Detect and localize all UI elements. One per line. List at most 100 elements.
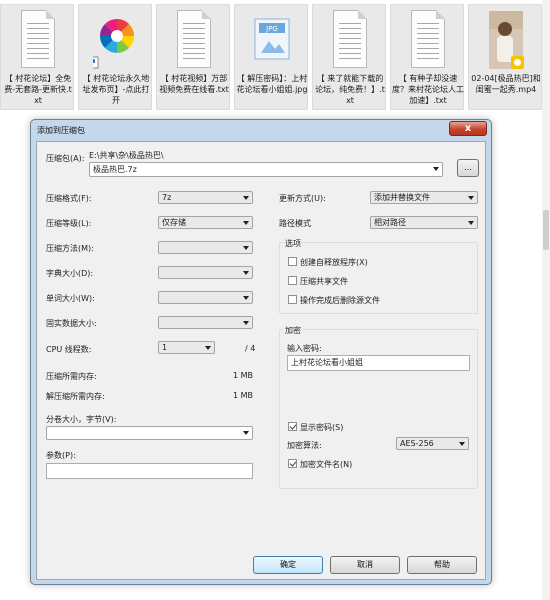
decompress-memory-label: 解压缩所需内存: <box>46 392 105 401</box>
file-item[interactable]: 【 来了就能下载的论坛，纯免费！】.txt <box>312 4 386 110</box>
scrollbar-thumb[interactable] <box>543 210 549 250</box>
text-line <box>339 28 361 29</box>
sfx-checkbox[interactable] <box>288 257 297 266</box>
text-file-icon <box>171 9 217 69</box>
threads-label: CPU 线程数: <box>46 345 92 354</box>
encryption-method-select[interactable]: AES-256 <box>396 437 469 450</box>
text-line <box>417 53 439 54</box>
word-size-label: 单词大小(W): <box>46 294 95 303</box>
shared-files-checkbox-label[interactable]: 压缩共享文件 <box>300 276 348 287</box>
show-password-label[interactable]: 显示密码(S) <box>300 422 343 433</box>
update-mode-label: 更新方式(U): <box>279 194 326 203</box>
decompress-memory-value: 1 MB <box>233 391 254 400</box>
archive-name-value: 极品热巴.7z <box>93 165 137 174</box>
password-input[interactable]: 上村花论坛看小姐姐 <box>287 355 470 371</box>
file-item[interactable]: 02-04[极品热巴]和闺蜜一起秀.mp4 <box>468 4 542 110</box>
encryption-group-title: 加密 <box>283 325 303 336</box>
chevron-down-icon <box>205 346 211 350</box>
chevron-down-icon <box>468 221 474 225</box>
file-item[interactable]: JPG 【 解压密码】：上村花论坛看小姐姐.jpg <box>234 4 308 110</box>
text-line <box>27 53 49 54</box>
solid-block-select[interactable] <box>158 316 253 329</box>
help-button[interactable]: 帮助 <box>407 556 477 574</box>
text-line <box>27 33 49 34</box>
file-name: 【 有种子却没速度？来村花论坛人工加速】.txt <box>392 74 464 105</box>
text-line <box>339 48 361 49</box>
split-size-combo[interactable] <box>46 426 253 440</box>
threads-total: / 4 <box>245 344 256 353</box>
svg-text:JPG: JPG <box>265 25 278 33</box>
shared-files-checkbox[interactable] <box>288 276 297 285</box>
text-line <box>339 53 361 54</box>
dialog-title: 添加到压缩包 <box>37 126 85 135</box>
text-line <box>183 48 205 49</box>
text-line <box>183 33 205 34</box>
text-line <box>27 58 49 59</box>
browse-button[interactable]: ... <box>457 159 479 177</box>
archive-name-combo[interactable]: 极品热巴.7z <box>89 162 443 177</box>
text-line <box>183 28 205 29</box>
text-line <box>183 43 205 44</box>
chevron-down-icon <box>243 271 249 275</box>
chevron-down-icon <box>459 442 465 446</box>
file-name: 【 村花论坛永久地址发布页】-点此打开 <box>82 74 150 105</box>
options-group-title: 选项 <box>283 238 303 249</box>
dialog-titlebar[interactable]: 添加到压缩包 x <box>31 120 491 140</box>
file-name: 【 来了就能下载的论坛，纯免费！】.txt <box>315 74 385 105</box>
level-select[interactable]: 仅存储 <box>158 216 253 229</box>
text-line <box>183 53 205 54</box>
method-select[interactable] <box>158 241 253 254</box>
text-line <box>27 43 49 44</box>
text-file-icon <box>15 9 61 69</box>
params-label: 参数(P): <box>46 451 76 460</box>
file-grid: 【 村花论坛】全免费-无套路-更新快.txt 【 村花论坛永久地址发布页】-点此… <box>0 0 550 112</box>
text-line <box>339 38 361 39</box>
text-line <box>27 23 49 24</box>
chevron-down-icon <box>243 431 249 435</box>
format-select[interactable]: 7z <box>158 191 253 204</box>
shortcut-pinwheel-icon <box>86 9 139 69</box>
sfx-checkbox-label[interactable]: 创建自释放程序(X) <box>300 257 368 268</box>
text-line <box>417 33 439 34</box>
file-item[interactable]: 【 村花论坛永久地址发布页】-点此打开 <box>78 4 152 110</box>
text-line <box>27 48 49 49</box>
text-line <box>27 38 49 39</box>
compress-memory-value: 1 MB <box>233 371 254 380</box>
word-size-select[interactable] <box>158 291 253 304</box>
text-line <box>417 43 439 44</box>
encrypt-names-checkbox[interactable] <box>288 459 297 468</box>
text-line <box>183 38 205 39</box>
show-password-checkbox[interactable] <box>288 422 297 431</box>
text-line <box>183 58 205 59</box>
threads-select[interactable]: 1 <box>158 341 215 354</box>
ok-button[interactable]: 确定 <box>253 556 323 574</box>
text-line <box>417 23 439 24</box>
text-line <box>183 23 205 24</box>
dialog-body: 压缩包(A): E:\共享\杂\极品热巴\ 极品热巴.7z ... 压缩格式(F… <box>36 141 486 580</box>
file-item[interactable]: 【 村花视频】万部视频免费在线看.txt <box>156 4 230 110</box>
file-item[interactable]: 【 村花论坛】全免费-无套路-更新快.txt <box>0 4 74 110</box>
encryption-method-value: AES-256 <box>400 439 434 448</box>
chevron-down-icon <box>243 296 249 300</box>
encryption-method-label: 加密算法: <box>287 441 322 450</box>
text-line <box>27 28 49 29</box>
path-mode-label: 路径模式 <box>279 219 311 228</box>
encrypt-names-label[interactable]: 加密文件名(N) <box>300 459 352 470</box>
password-label: 输入密码: <box>287 344 322 353</box>
cancel-button[interactable]: 取消 <box>330 556 400 574</box>
dictionary-select[interactable] <box>158 266 253 279</box>
update-mode-select[interactable]: 添加并替换文件 <box>370 191 478 204</box>
window-scrollbar[interactable] <box>542 0 550 600</box>
params-input[interactable] <box>46 463 253 479</box>
method-label: 压缩方法(M): <box>46 244 94 253</box>
chevron-down-icon <box>243 221 249 225</box>
close-button[interactable]: x <box>449 121 487 136</box>
level-value: 仅存储 <box>162 218 186 227</box>
delete-after-checkbox[interactable] <box>288 295 297 304</box>
format-label: 压缩格式(F): <box>46 194 92 203</box>
file-item[interactable]: 【 有种子却没速度？来村花论坛人工加速】.txt <box>390 4 464 110</box>
archive-label: 压缩包(A): <box>46 154 85 163</box>
path-mode-select[interactable]: 相对路径 <box>370 216 478 229</box>
text-line <box>339 33 361 34</box>
delete-after-checkbox-label[interactable]: 操作完成后删除源文件 <box>300 295 380 306</box>
